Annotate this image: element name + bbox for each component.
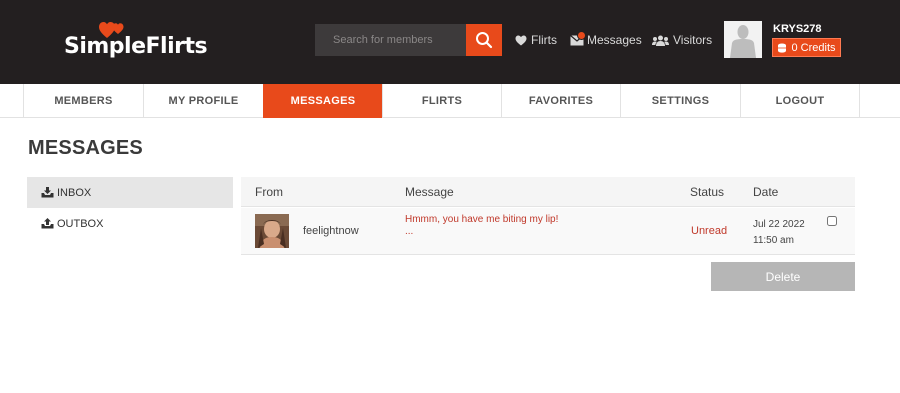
user-avatar[interactable] (724, 21, 762, 58)
delete-button[interactable]: Delete (711, 262, 855, 291)
sender-photo[interactable] (255, 214, 289, 248)
message-date-day: Jul 22 2022 (753, 219, 805, 230)
header-flirts-label: Flirts (531, 33, 557, 47)
sender-name[interactable]: feelightnow (303, 225, 359, 237)
notification-dot (577, 31, 586, 40)
nav-favorites[interactable]: FAVORITES (501, 84, 620, 118)
nav-divider (859, 84, 860, 118)
table-row[interactable]: feelightnow Hmmm, you have me biting my … (241, 208, 855, 255)
username[interactable]: KRYS278 (773, 23, 822, 35)
sidebar-item-outbox[interactable]: OUTBOX (27, 208, 233, 239)
messages-table-header: From Message Status Date (241, 177, 855, 207)
nav-messages[interactable]: MESSAGES (263, 84, 382, 118)
row-select-checkbox[interactable] (827, 216, 837, 226)
page-title: MESSAGES (28, 137, 143, 159)
nav-my-profile[interactable]: MY PROFILE (143, 84, 263, 118)
search-input[interactable] (315, 24, 466, 56)
status-badge: Unread (691, 225, 728, 237)
column-header-from: From (255, 185, 283, 199)
sidebar-item-inbox[interactable]: INBOX (27, 177, 233, 208)
default-avatar-icon (724, 21, 762, 58)
coins-icon (778, 43, 787, 53)
column-header-date: Date (753, 185, 779, 199)
nav-settings[interactable]: SETTINGS (620, 84, 740, 118)
envelope-icon-wrap (570, 31, 586, 46)
search-button[interactable] (466, 24, 502, 56)
site-header: SimpleFlirts Flirts Messages (0, 0, 900, 84)
outbox-icon (41, 218, 54, 229)
message-preview-ellipsis: ... (405, 226, 414, 237)
users-icon (652, 35, 669, 46)
message-date-time: 11:50 am (753, 235, 794, 246)
nav-logout[interactable]: LOGOUT (740, 84, 859, 118)
column-header-message: Message (405, 185, 454, 199)
nav-flirts[interactable]: FLIRTS (382, 84, 501, 118)
sidebar-item-label: OUTBOX (57, 217, 104, 230)
message-date: Jul 22 2022 11:50 am (753, 217, 805, 249)
heart-icon (515, 35, 527, 45)
nav-members[interactable]: MEMBERS (23, 84, 143, 118)
header-visitors-link[interactable]: Visitors (652, 30, 712, 50)
credits-button[interactable]: 0 Credits (772, 38, 841, 57)
search-icon (476, 32, 493, 49)
main-nav: MEMBERS MY PROFILE MESSAGES FLIRTS FAVOR… (0, 84, 900, 118)
site-logo[interactable]: SimpleFlirts (64, 20, 208, 64)
logo-text: SimpleFlirts (64, 34, 208, 59)
message-preview-text: Hmmm, you have me biting my lip! (405, 214, 559, 225)
header-messages-link[interactable]: Messages (570, 30, 642, 50)
inbox-icon (41, 187, 54, 198)
header-messages-label: Messages (587, 33, 642, 47)
header-visitors-label: Visitors (673, 33, 713, 47)
credits-label: 0 Credits (791, 41, 836, 54)
header-flirts-link[interactable]: Flirts (515, 30, 557, 50)
column-header-status: Status (690, 185, 725, 199)
sidebar-item-label: INBOX (57, 186, 92, 199)
message-preview[interactable]: Hmmm, you have me biting my lip! ... (405, 214, 558, 238)
sender-photo-image (255, 214, 289, 248)
